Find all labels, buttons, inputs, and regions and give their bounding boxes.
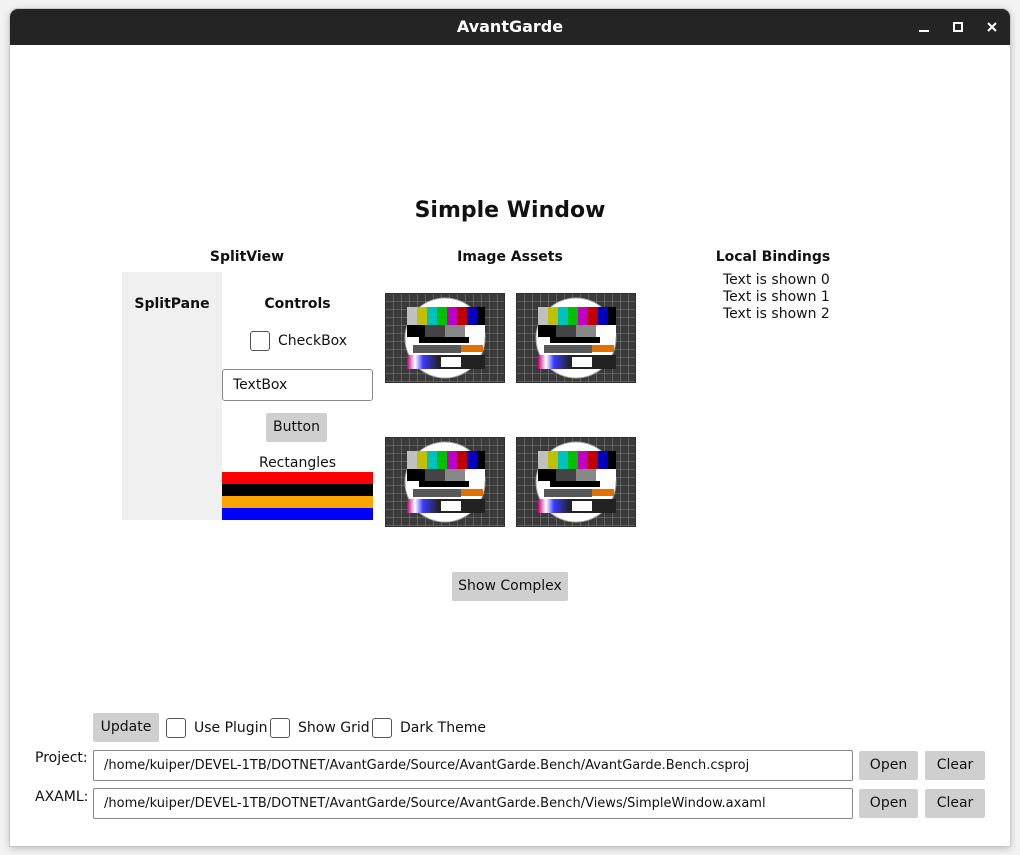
preview-title: Simple Window — [414, 198, 606, 223]
binding-item: Text is shown 0 — [723, 272, 830, 288]
axaml-open-button[interactable]: Open — [859, 789, 918, 818]
update-button[interactable]: Update — [93, 713, 159, 742]
show-grid-checkbox[interactable] — [270, 718, 290, 738]
test-card-image — [516, 437, 636, 527]
demo-button[interactable]: Button — [266, 413, 327, 442]
textbox-input[interactable]: TextBox — [222, 369, 373, 401]
test-card-image — [516, 293, 636, 383]
minimize-icon[interactable] — [912, 9, 936, 45]
dark-theme-label[interactable]: Dark Theme — [400, 720, 486, 736]
rectangle-red — [222, 472, 373, 484]
test-card-image — [385, 437, 505, 527]
local-bindings-heading: Local Bindings — [715, 249, 831, 265]
controls-heading: Controls — [264, 296, 331, 312]
textbox-value: TextBox — [233, 377, 288, 393]
checkbox-label[interactable]: CheckBox — [278, 333, 347, 349]
splitpane-label: SplitPane — [134, 296, 210, 312]
split-pane: SplitPane — [122, 272, 222, 520]
binding-item: Text is shown 2 — [723, 306, 830, 322]
axaml-path-input[interactable]: /home/kuiper/DEVEL-1TB/DOTNET/AvantGarde… — [93, 788, 853, 819]
maximize-icon[interactable] — [946, 9, 970, 45]
show-complex-button[interactable]: Show Complex — [452, 572, 568, 601]
rectangles-group — [222, 472, 373, 520]
local-bindings-list: Text is shown 0 Text is shown 1 Text is … — [723, 272, 830, 323]
test-card-image — [385, 293, 505, 383]
rectangle-black — [222, 484, 373, 496]
rectangles-label: Rectangles — [258, 455, 337, 471]
show-grid-label[interactable]: Show Grid — [298, 720, 370, 736]
image-assets-heading: Image Assets — [457, 249, 563, 265]
use-plugin-label[interactable]: Use Plugin — [194, 720, 267, 736]
use-plugin-checkbox[interactable] — [166, 718, 186, 738]
axaml-path-value: /home/kuiper/DEVEL-1TB/DOTNET/AvantGarde… — [104, 796, 766, 811]
project-path-input[interactable]: /home/kuiper/DEVEL-1TB/DOTNET/AvantGarde… — [93, 750, 853, 781]
close-icon[interactable] — [980, 9, 1004, 45]
project-label: Project: — [35, 750, 88, 766]
splitview-heading: SplitView — [209, 249, 285, 265]
dark-theme-checkbox[interactable] — [372, 718, 392, 738]
rectangle-blue — [222, 508, 373, 520]
rectangle-orange — [222, 496, 373, 508]
axaml-clear-button[interactable]: Clear — [925, 789, 985, 818]
binding-item: Text is shown 1 — [723, 289, 830, 305]
project-open-button[interactable]: Open — [859, 751, 918, 780]
project-path-value: /home/kuiper/DEVEL-1TB/DOTNET/AvantGarde… — [104, 758, 750, 773]
project-clear-button[interactable]: Clear — [925, 751, 985, 780]
window-title: AvantGarde — [456, 17, 564, 36]
title-bar[interactable]: AvantGarde — [10, 9, 1010, 45]
app-window: AvantGarde Simple Window SplitView Image… — [10, 9, 1010, 846]
axaml-label: AXAML: — [35, 789, 89, 805]
checkbox[interactable] — [250, 331, 270, 351]
